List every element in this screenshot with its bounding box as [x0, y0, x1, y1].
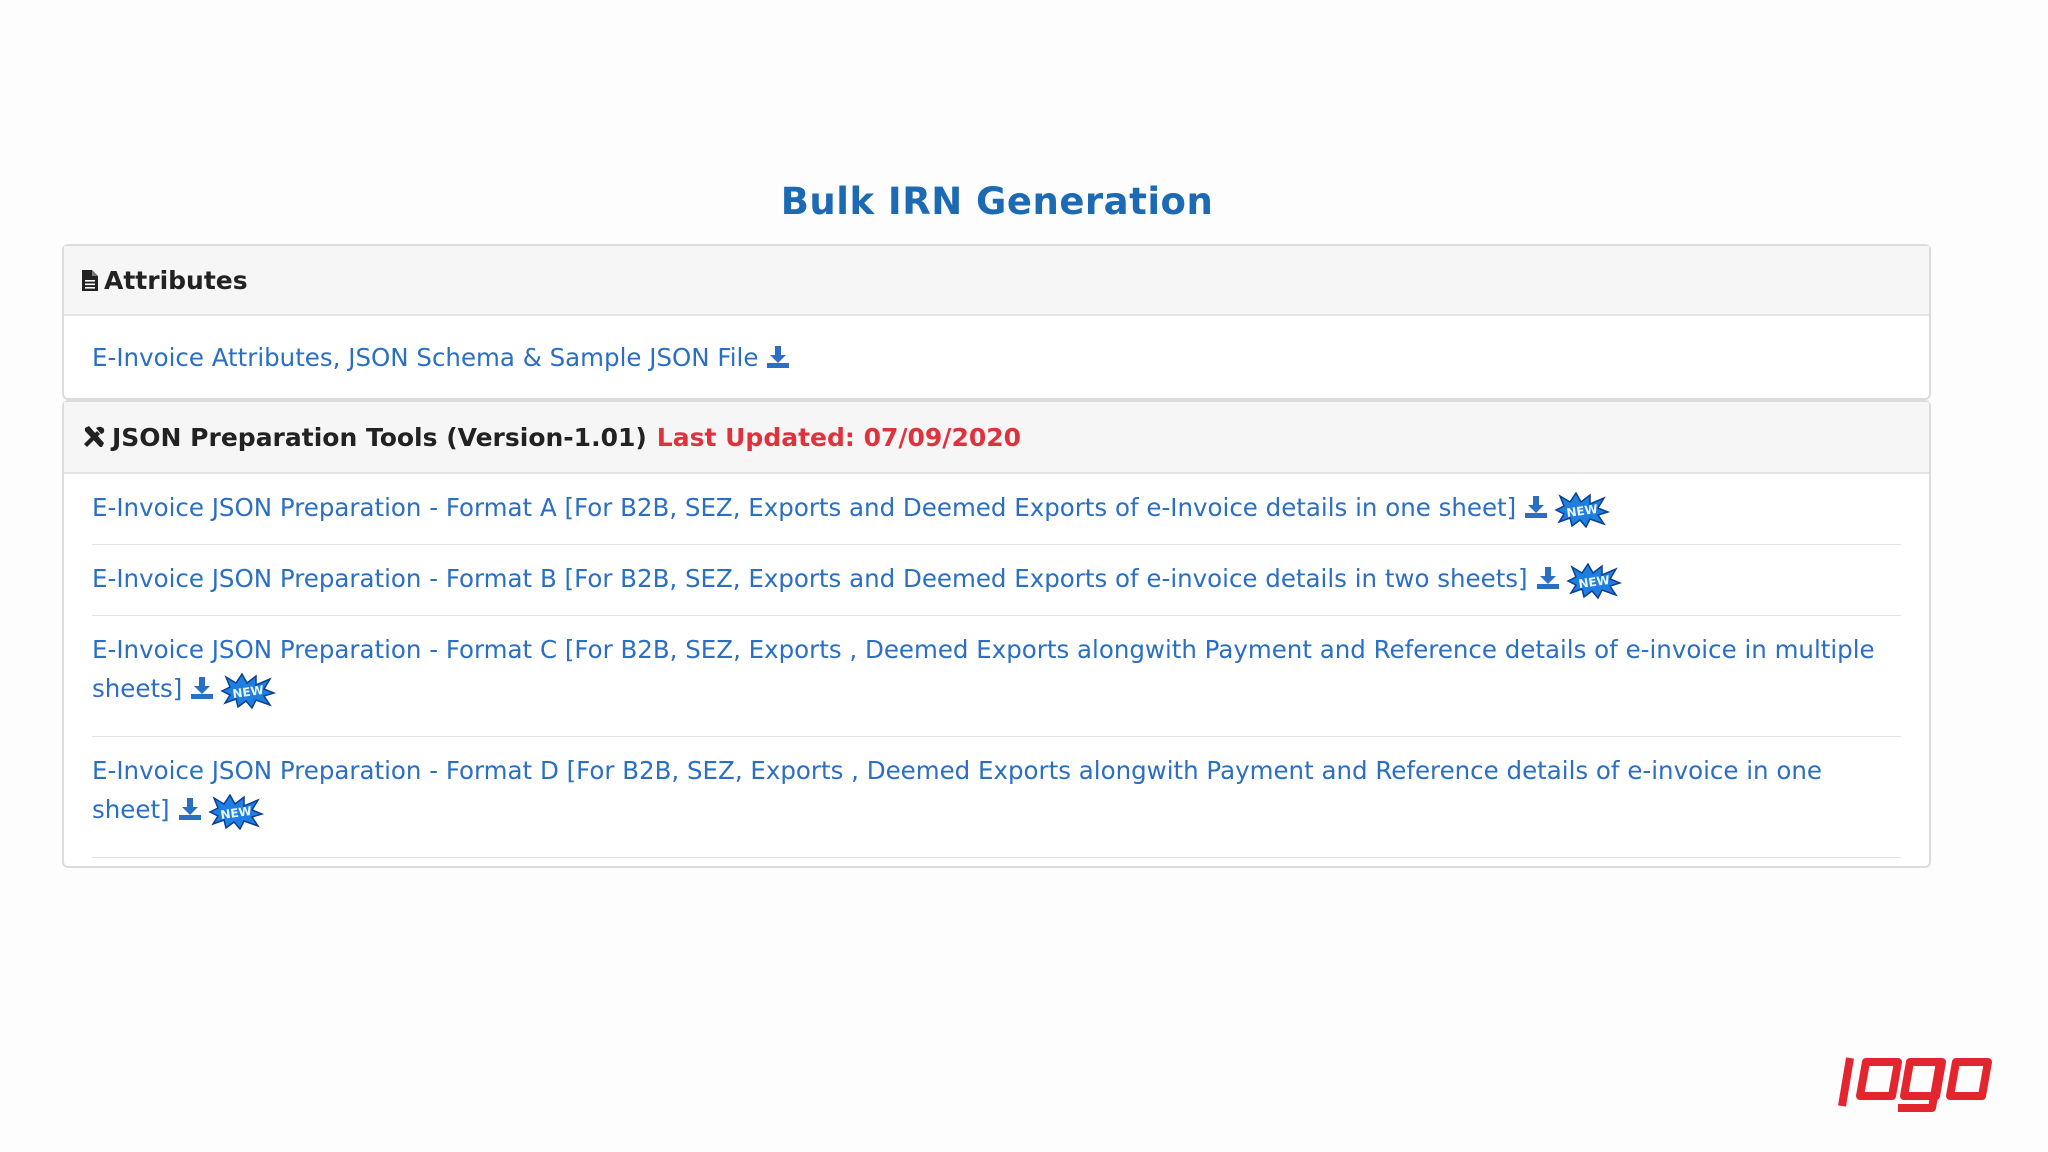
brand-logo — [1836, 1040, 1996, 1116]
attributes-header-label: Attributes — [104, 265, 248, 295]
tools-header: JSON Preparation Tools (Version-1.01) La… — [64, 402, 1929, 474]
page-title: Bulk IRN Generation — [780, 180, 1214, 223]
download-icon[interactable] — [190, 676, 214, 713]
new-badge-icon: NEW — [220, 672, 277, 722]
new-badge-icon: NEW — [1565, 562, 1622, 612]
attributes-card: Attributes E-Invoice Attributes, JSON Sc… — [62, 244, 1931, 400]
attributes-header: Attributes — [64, 246, 1929, 316]
download-icon[interactable] — [1524, 495, 1548, 532]
tools-card: JSON Preparation Tools (Version-1.01) La… — [62, 400, 1931, 868]
tool-row-format-b: E-Invoice JSON Preparation - Format B [F… — [92, 545, 1901, 616]
format-a-link[interactable]: E-Invoice JSON Preparation - Format A [F… — [92, 493, 1516, 522]
format-c-link[interactable]: E-Invoice JSON Preparation - Format C [F… — [92, 635, 1875, 703]
tools-header-label: JSON Preparation Tools (Version-1.01) — [112, 422, 647, 452]
tool-row-format-a: E-Invoice JSON Preparation - Format A [F… — [92, 474, 1901, 545]
download-icon[interactable] — [1536, 566, 1560, 603]
format-b-link[interactable]: E-Invoice JSON Preparation - Format B [F… — [92, 564, 1528, 593]
download-icon[interactable] — [178, 797, 202, 834]
attributes-link[interactable]: E-Invoice Attributes, JSON Schema & Samp… — [92, 343, 758, 372]
new-badge-icon: NEW — [207, 793, 264, 843]
last-updated: Last Updated: 07/09/2020 — [656, 422, 1022, 452]
file-icon — [82, 269, 98, 291]
tool-row-format-c: E-Invoice JSON Preparation - Format C [F… — [92, 616, 1901, 737]
download-icon[interactable] — [766, 345, 790, 373]
new-badge-icon: NEW — [1554, 491, 1611, 541]
tool-row-format-d: E-Invoice JSON Preparation - Format D [F… — [92, 737, 1901, 858]
tools-icon — [82, 425, 106, 449]
format-d-link[interactable]: E-Invoice JSON Preparation - Format D [F… — [92, 756, 1822, 824]
